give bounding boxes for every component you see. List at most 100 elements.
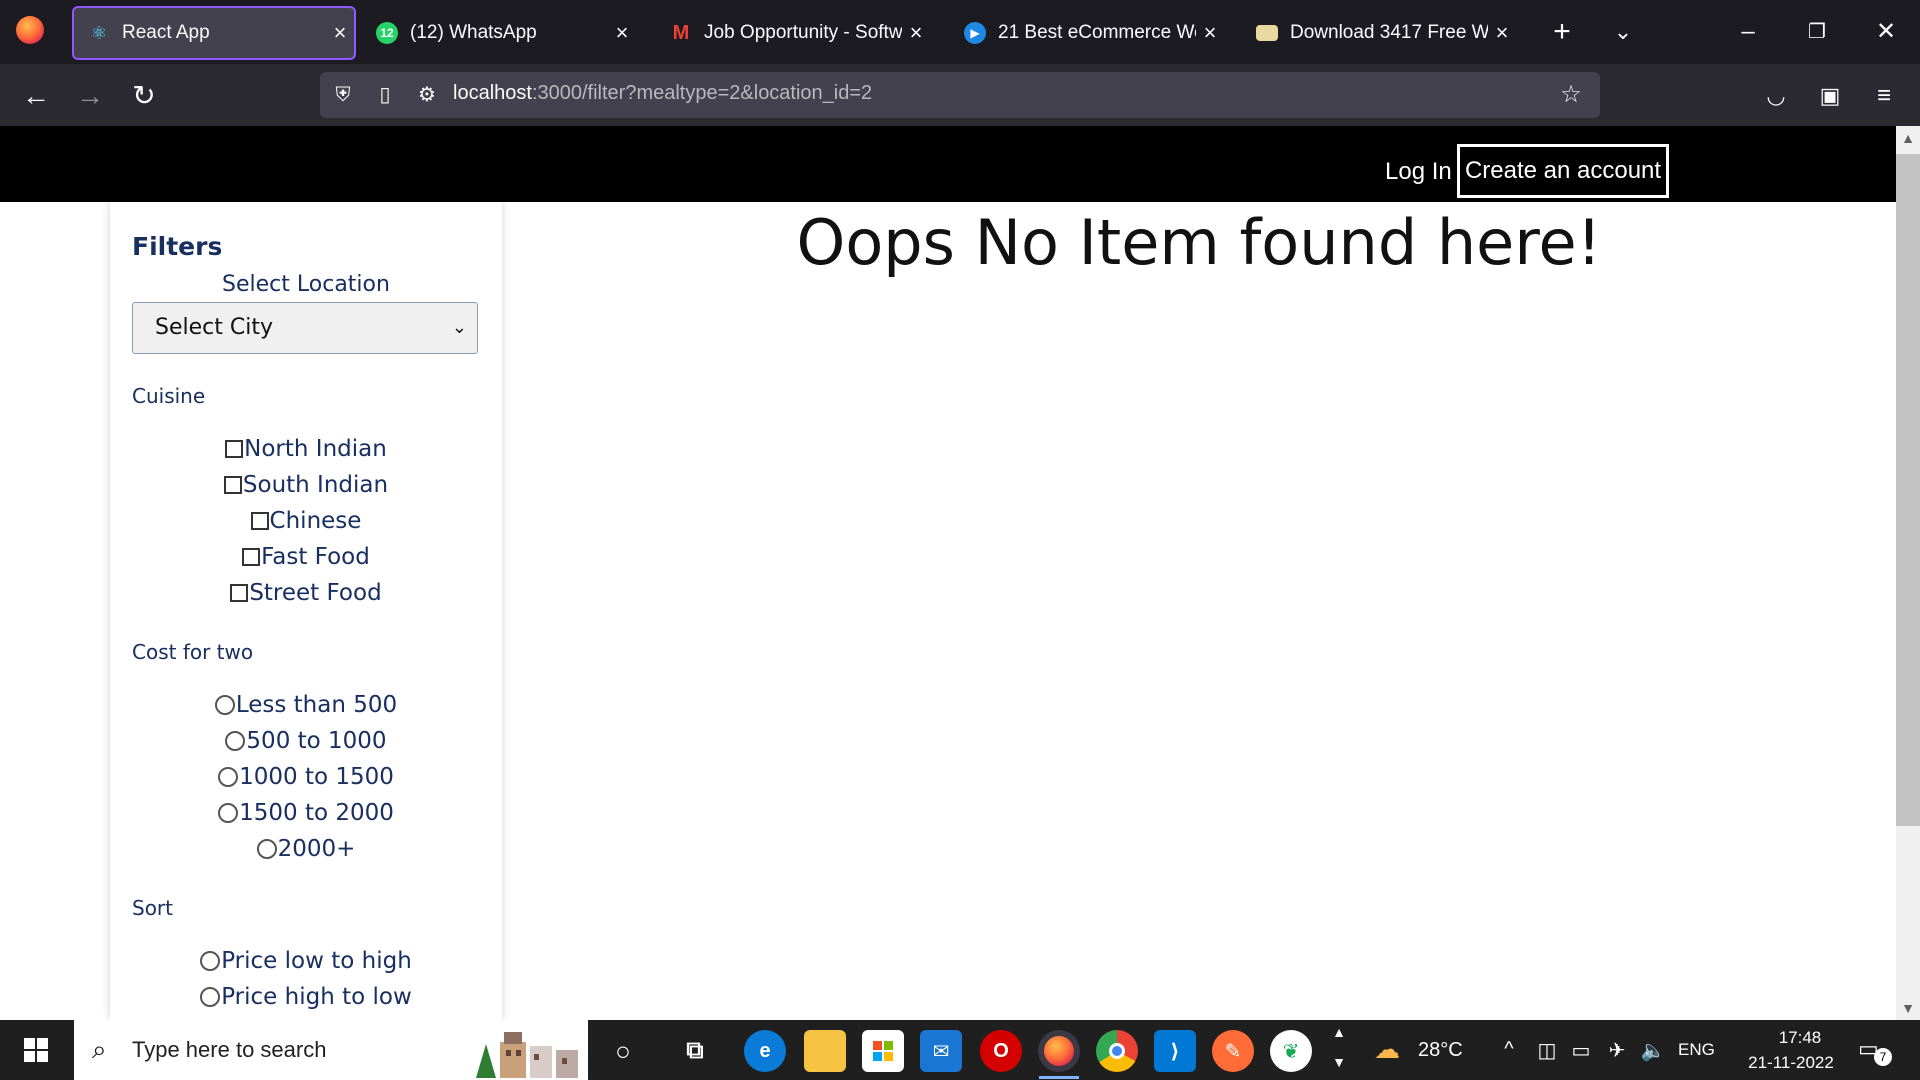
cost-option[interactable]: 1500 to 2000 — [110, 800, 502, 829]
cuisine-option-chinese[interactable]: Chinese — [110, 508, 502, 536]
chevron-down-icon[interactable]: ▼ — [1326, 1054, 1352, 1070]
cuisine-option-south-indian[interactable]: South Indian — [110, 472, 502, 500]
cost-option[interactable]: 500 to 1000 — [110, 728, 502, 757]
store-icon[interactable] — [862, 1030, 904, 1072]
clock-date[interactable]: 21-11-2022 — [1736, 1053, 1846, 1073]
show-hidden-icons-icon[interactable]: ^ — [1496, 1038, 1522, 1061]
page-scrollbar[interactable]: ▲ ▼ — [1896, 126, 1920, 1020]
create-account-button[interactable]: Create an account — [1457, 144, 1669, 198]
radio-button[interactable] — [214, 695, 235, 715]
restore-icon[interactable]: ❐ — [1793, 14, 1841, 50]
sort-option[interactable]: Price low to high — [110, 948, 502, 977]
weather-icon[interactable]: ☁ — [1374, 1034, 1400, 1065]
cuisine-option-north-indian[interactable]: North Indian — [110, 436, 502, 464]
permissions-icon[interactable]: ⚙ — [412, 80, 442, 110]
cuisine-option-street-food[interactable]: Street Food — [110, 580, 502, 608]
vscode-icon[interactable]: ⟩ — [1154, 1030, 1196, 1072]
radio-button[interactable] — [256, 839, 277, 859]
cost-option[interactable]: 2000+ — [110, 836, 502, 865]
mail-icon[interactable]: ✉ — [920, 1030, 962, 1072]
chrome-icon[interactable] — [1096, 1030, 1138, 1072]
menu-icon[interactable]: ≡ — [1864, 76, 1904, 116]
radio-button[interactable] — [225, 731, 246, 751]
new-tab-icon[interactable]: + — [1542, 14, 1582, 50]
search-input[interactable]: Type here to search — [132, 1037, 326, 1063]
city-select[interactable]: Select City ⌄ — [132, 302, 478, 354]
chevron-down-icon[interactable]: ⌄ — [1603, 14, 1643, 50]
windows-start-icon[interactable] — [14, 1034, 58, 1066]
airplane-mode-icon[interactable]: ✈ — [1604, 1038, 1630, 1063]
radio-button[interactable] — [200, 987, 221, 1007]
checkbox[interactable] — [223, 476, 242, 494]
cortana-icon[interactable]: ○ — [602, 1030, 644, 1072]
site-icon: ▶ — [964, 22, 986, 44]
close-icon[interactable]: × — [1488, 20, 1516, 46]
tab-download[interactable]: Download 3417 Free Web × — [1242, 6, 1516, 60]
cost-option[interactable]: 1000 to 1500 — [110, 764, 502, 793]
cost-label: Cost for two — [132, 640, 254, 664]
input-language[interactable]: ENG — [1678, 1040, 1715, 1060]
option-label: Price high to low — [221, 984, 412, 1010]
radio-button[interactable] — [218, 803, 239, 823]
tab-title: (12) WhatsApp — [410, 22, 537, 43]
back-icon[interactable]: ← — [16, 76, 56, 116]
tab-react-app[interactable]: ⚛ React App × — [72, 6, 356, 60]
extensions-icon[interactable]: ▣ — [1810, 76, 1850, 116]
postman-icon[interactable]: ✎ — [1212, 1030, 1254, 1072]
tracking-protection-icon[interactable]: ⛨ — [328, 80, 358, 110]
active-app-indicator — [1039, 1076, 1079, 1079]
file-explorer-icon[interactable] — [804, 1030, 846, 1072]
tab-ecommerce[interactable]: ▶ 21 Best eCommerce Webs × — [950, 6, 1224, 60]
scroll-up-icon[interactable]: ▲ — [1896, 126, 1920, 150]
notifications-icon[interactable]: ▭ 7 — [1858, 1036, 1892, 1066]
clock-time[interactable]: 17:48 — [1760, 1028, 1840, 1048]
page-info-icon[interactable]: ▯ — [370, 80, 400, 110]
url-bar[interactable]: ⛨ ▯ ⚙ localhost:3000/filter?mealtype=2&l… — [320, 72, 1600, 118]
window-close-icon[interactable]: ✕ — [1862, 14, 1910, 50]
firefox-icon[interactable] — [16, 16, 44, 44]
login-link[interactable]: Log In — [1385, 158, 1452, 186]
tab-gmail[interactable]: M Job Opportunity - Softwar × — [656, 6, 930, 60]
minimize-icon[interactable]: – — [1724, 14, 1772, 50]
scroll-down-icon[interactable]: ▼ — [1896, 996, 1920, 1020]
sort-option[interactable]: Price high to low — [110, 984, 502, 1013]
bookmark-star-icon[interactable]: ☆ — [1556, 80, 1586, 110]
cuisine-option-fast-food[interactable]: Fast Food — [110, 544, 502, 572]
cost-option[interactable]: Less than 500 — [110, 692, 502, 721]
taskbar-search[interactable]: ⌕ Type here to search — [74, 1020, 588, 1080]
close-icon[interactable]: × — [326, 20, 354, 46]
edge-icon[interactable]: e — [744, 1030, 786, 1072]
battery-icon[interactable]: ▭ — [1568, 1038, 1594, 1063]
chevron-down-icon: ⌄ — [451, 317, 467, 338]
task-view-icon[interactable]: ⧉ — [674, 1030, 716, 1072]
tab-whatsapp[interactable]: 12 (12) WhatsApp × — [362, 6, 636, 60]
option-label: 2000+ — [277, 836, 356, 862]
checkbox[interactable] — [242, 548, 261, 566]
checkbox[interactable] — [250, 512, 269, 530]
radio-button[interactable] — [200, 951, 221, 971]
option-label: Less than 500 — [235, 692, 398, 718]
reload-icon[interactable]: ↻ — [124, 76, 164, 116]
tab-title: 21 Best eCommerce Webs — [998, 22, 1196, 43]
checkbox[interactable] — [225, 440, 244, 458]
option-label: 500 to 1000 — [246, 728, 387, 754]
search-highlight-illustration — [476, 1032, 578, 1078]
option-label: Street Food — [249, 580, 382, 606]
weather-temperature[interactable]: 28°C — [1418, 1039, 1463, 1062]
checkbox[interactable] — [230, 584, 249, 602]
meet-now-icon[interactable]: ◫ — [1534, 1038, 1560, 1063]
close-icon[interactable]: × — [902, 20, 930, 46]
pocket-icon[interactable]: ◡ — [1756, 76, 1796, 116]
filters-heading: Filters — [132, 232, 223, 261]
mongodb-compass-icon[interactable]: ❦ — [1270, 1030, 1312, 1072]
opera-icon[interactable]: O — [980, 1030, 1022, 1072]
close-icon[interactable]: × — [608, 20, 636, 46]
close-icon[interactable]: × — [1196, 20, 1224, 46]
scrollbar-thumb[interactable] — [1896, 154, 1920, 826]
chevron-up-icon[interactable]: ▲ — [1326, 1024, 1352, 1040]
volume-icon[interactable]: 🔈 — [1640, 1038, 1666, 1063]
url-text[interactable]: localhost:3000/filter?mealtype=2&locatio… — [453, 82, 872, 105]
radio-button[interactable] — [218, 767, 239, 787]
firefox-taskbar-icon[interactable] — [1038, 1030, 1080, 1072]
forward-icon[interactable]: → — [70, 76, 110, 116]
